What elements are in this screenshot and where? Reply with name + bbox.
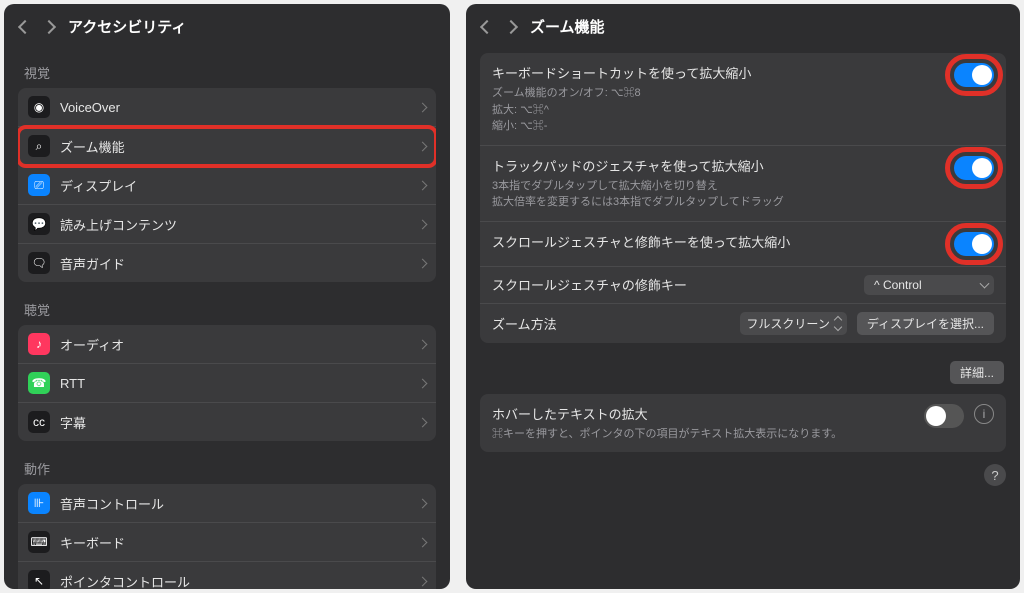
- zoom-toggles-group: キーボードショートカットを使って拡大縮小 ズーム機能のオン/オフ: ⌥⌘8 拡大…: [480, 53, 1006, 343]
- sidebar-item-zoom[interactable]: ⌕ ズーム機能: [18, 127, 436, 166]
- advanced-row: 詳細...: [480, 355, 1006, 394]
- sidebar-item-label: VoiceOver: [60, 100, 419, 115]
- back-icon[interactable]: [480, 19, 494, 33]
- sidebar-item-rtt[interactable]: ☎ RTT: [18, 364, 436, 403]
- sidebar-item-label: ポインタコントロール: [60, 572, 419, 590]
- scroll-modifier-select[interactable]: ^ Control: [864, 275, 994, 295]
- chevron-right-icon: [418, 498, 428, 508]
- chevron-right-icon: [418, 141, 428, 151]
- sidebar-item-spoken-content[interactable]: 💬 読み上げコンテンツ: [18, 205, 436, 244]
- audio-descriptions-icon: 🗨: [28, 252, 50, 274]
- section-title: 動作: [4, 445, 450, 484]
- scroll-gesture-toggle[interactable]: [954, 232, 994, 256]
- zoom-method-row: ズーム方法 フルスクリーン ディスプレイを選択...: [480, 304, 1006, 343]
- hover-text-toggle[interactable]: [924, 404, 964, 428]
- setting-title: トラックパッドのジェスチャを使って拡大縮小: [492, 156, 944, 175]
- accessibility-panel: アクセシビリティ 視覚 ◉ VoiceOver ⌕ ズーム機能 ⎚ ディスプレイ 💬 読み上げコ…: [4, 4, 450, 589]
- setting-text: トラックパッドのジェスチャを使って拡大縮小 3本指でダブルタップして拡大縮小を切…: [492, 156, 944, 211]
- setting-sub: ズーム機能のオン/オフ: ⌥⌘8 拡大: ⌥⌘^ 縮小: ⌥⌘-: [492, 85, 944, 135]
- keyboard-shortcut-row: キーボードショートカットを使って拡大縮小 ズーム機能のオン/オフ: ⌥⌘8 拡大…: [480, 53, 1006, 146]
- hover-text-group: ホバーしたテキストの拡大 ⌘キーを押すと、ポインタの下の項目がテキスト拡大表示に…: [480, 394, 1006, 453]
- sidebar-item-label: ズーム機能: [60, 137, 419, 156]
- choose-display-button[interactable]: ディスプレイを選択...: [857, 312, 994, 335]
- chevron-right-icon: [418, 417, 428, 427]
- rtt-icon: ☎: [28, 372, 50, 394]
- pointer-control-icon: ↖: [28, 570, 50, 589]
- sidebar-item-voice-control[interactable]: ⊪ 音声コントロール: [18, 484, 436, 523]
- trackpad-gesture-row: トラックパッドのジェスチャを使って拡大縮小 3本指でダブルタップして拡大縮小を切…: [480, 146, 1006, 222]
- sidebar-item-audio-descriptions[interactable]: 🗨 音声ガイド: [18, 244, 436, 282]
- voice-control-icon: ⊪: [28, 492, 50, 514]
- info-icon[interactable]: i: [974, 404, 994, 424]
- setting-text: ホバーしたテキストの拡大 ⌘キーを押すと、ポインタの下の項目がテキスト拡大表示に…: [492, 404, 914, 443]
- left-title: アクセシビリティ: [68, 16, 186, 37]
- chevron-right-icon: [418, 339, 428, 349]
- forward-icon[interactable]: [42, 19, 56, 33]
- chevron-right-icon: [418, 576, 428, 586]
- chevron-right-icon: [418, 378, 428, 388]
- subtitles-icon: cc: [28, 411, 50, 433]
- chevron-right-icon: [418, 102, 428, 112]
- sidebar-item-label: 字幕: [60, 413, 419, 432]
- voiceover-icon: ◉: [28, 96, 50, 118]
- setting-title: ホバーしたテキストの拡大: [492, 404, 914, 423]
- list-group: ◉ VoiceOver ⌕ ズーム機能 ⎚ ディスプレイ 💬 読み上げコンテンツ 🗨 音声ガイド: [18, 88, 436, 282]
- scroll-modifier-label: スクロールジェスチャの修飾キー: [492, 275, 864, 294]
- help-button[interactable]: ?: [984, 464, 1006, 486]
- right-header: ズーム機能: [466, 4, 1020, 49]
- right-title: ズーム機能: [530, 16, 605, 37]
- zoom-method-controls: フルスクリーン ディスプレイを選択...: [740, 312, 994, 335]
- chevron-right-icon: [418, 537, 428, 547]
- back-icon[interactable]: [18, 19, 32, 33]
- sidebar-item-label: キーボード: [60, 533, 419, 552]
- sidebar-item-subtitles[interactable]: cc 字幕: [18, 403, 436, 441]
- setting-sub: ⌘キーを押すと、ポインタの下の項目がテキスト拡大表示になります。: [492, 426, 914, 443]
- setting-sub: 3本指でダブルタップして拡大縮小を切り替え 拡大倍率を変更するには3本指でダブル…: [492, 178, 944, 211]
- zoom-method-label: ズーム方法: [492, 314, 740, 333]
- setting-title: スクロールジェスチャと修飾キーを使って拡大縮小: [492, 232, 944, 251]
- sidebar-item-label: RTT: [60, 376, 419, 391]
- zoom-method-popup[interactable]: フルスクリーン: [740, 312, 846, 335]
- section-title: 聴覚: [4, 286, 450, 325]
- section-title: 視覚: [4, 49, 450, 88]
- audio-icon: ♪: [28, 333, 50, 355]
- advanced-button[interactable]: 詳細...: [950, 361, 1004, 384]
- display-icon: ⎚: [28, 174, 50, 196]
- scroll-modifier-row: スクロールジェスチャの修飾キー ^ Control: [480, 267, 1006, 304]
- trackpad-gesture-toggle[interactable]: [954, 156, 994, 180]
- setting-text: スクロールジェスチャと修飾キーを使って拡大縮小: [492, 232, 944, 254]
- sidebar-item-display[interactable]: ⎚ ディスプレイ: [18, 166, 436, 205]
- left-scroll[interactable]: 視覚 ◉ VoiceOver ⌕ ズーム機能 ⎚ ディスプレイ 💬 読み上げコンテンツ 🗨 音声ガイ…: [4, 49, 450, 589]
- sidebar-item-label: 読み上げコンテンツ: [60, 215, 419, 234]
- zoom-icon: ⌕: [28, 135, 50, 157]
- sidebar-item-keyboard[interactable]: ⌨ キーボード: [18, 523, 436, 562]
- sidebar-item-label: 音声コントロール: [60, 494, 419, 513]
- spoken-content-icon: 💬: [28, 213, 50, 235]
- sidebar-item-pointer-control[interactable]: ↖ ポインタコントロール: [18, 562, 436, 589]
- sidebar-item-label: 音声ガイド: [60, 254, 419, 273]
- scroll-gesture-row: スクロールジェスチャと修飾キーを使って拡大縮小: [480, 222, 1006, 267]
- sidebar-item-voiceover[interactable]: ◉ VoiceOver: [18, 88, 436, 127]
- hover-text-row: ホバーしたテキストの拡大 ⌘キーを押すと、ポインタの下の項目がテキスト拡大表示に…: [480, 394, 1006, 453]
- sidebar-item-audio[interactable]: ♪ オーディオ: [18, 325, 436, 364]
- chevron-right-icon: [418, 258, 428, 268]
- zoom-method-value: フルスクリーン: [746, 315, 829, 332]
- sidebar-item-label: オーディオ: [60, 335, 419, 354]
- forward-icon[interactable]: [504, 19, 518, 33]
- setting-text: キーボードショートカットを使って拡大縮小 ズーム機能のオン/オフ: ⌥⌘8 拡大…: [492, 63, 944, 135]
- list-group: ♪ オーディオ ☎ RTT cc 字幕: [18, 325, 436, 441]
- zoom-content: キーボードショートカットを使って拡大縮小 ズーム機能のオン/オフ: ⌥⌘8 拡大…: [466, 49, 1020, 490]
- keyboard-icon: ⌨: [28, 531, 50, 553]
- chevron-right-icon: [418, 219, 428, 229]
- sidebar-item-label: ディスプレイ: [60, 176, 419, 195]
- keyboard-shortcut-toggle[interactable]: [954, 63, 994, 87]
- zoom-panel: ズーム機能 キーボードショートカットを使って拡大縮小 ズーム機能のオン/オフ: …: [466, 4, 1020, 589]
- list-group: ⊪ 音声コントロール ⌨ キーボード ↖ ポインタコントロール: [18, 484, 436, 589]
- setting-title: キーボードショートカットを使って拡大縮小: [492, 63, 944, 82]
- chevron-right-icon: [418, 180, 428, 190]
- popup-chevron-icon: [835, 317, 841, 330]
- left-header: アクセシビリティ: [4, 4, 450, 49]
